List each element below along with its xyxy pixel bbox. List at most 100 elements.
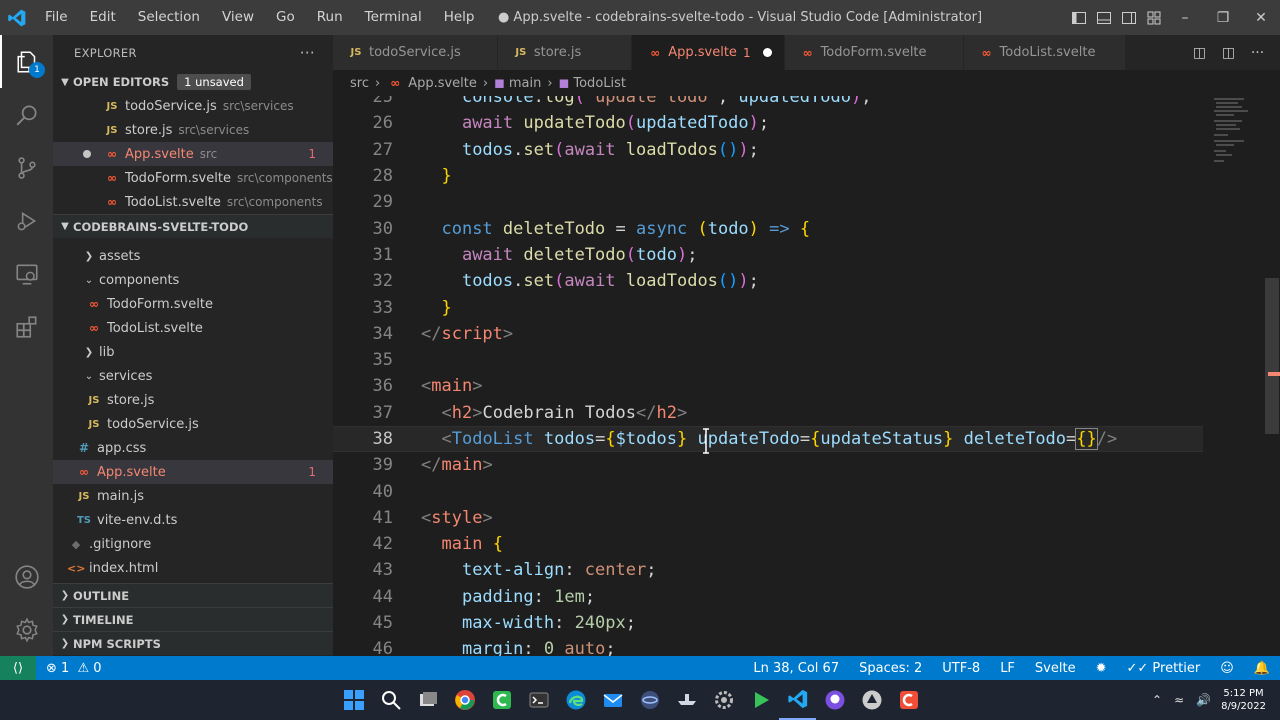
tree-file[interactable]: ◆ .gitignore <box>53 532 333 556</box>
menu-go[interactable]: Go <box>265 0 306 35</box>
system-clock[interactable]: 5:12 PM 8/9/2022 <box>1217 687 1280 713</box>
outline-header[interactable]: ❯ OUTLINE <box>53 583 333 607</box>
manage-gear-icon[interactable] <box>0 603 53 656</box>
open-editor-item[interactable]: ∞ TodoForm.svelte src\components <box>53 166 333 190</box>
remote-explorer-icon[interactable] <box>0 247 53 300</box>
task-view-icon[interactable] <box>409 680 446 720</box>
explorer-more-button[interactable]: ··· <box>300 44 315 62</box>
encoding[interactable]: UTF-8 <box>932 661 990 676</box>
breadcrumb-src[interactable]: src <box>350 76 369 91</box>
menu-file[interactable]: File <box>34 0 79 35</box>
tree-file[interactable]: ∞ TodoForm.svelte <box>53 292 333 316</box>
windows-start-icon[interactable] <box>335 680 372 720</box>
settings-gear-icon[interactable] <box>705 680 742 720</box>
language-settings-icon[interactable]: ✹ <box>1086 661 1117 676</box>
close-button[interactable]: ✕ <box>1242 0 1280 35</box>
open-editor-item[interactable]: ∞ TodoList.svelte src\components <box>53 190 333 214</box>
unsaved-dot-icon[interactable] <box>83 150 91 158</box>
camtasia-icon[interactable] <box>483 680 520 720</box>
minimize-button[interactable]: – <box>1166 0 1204 35</box>
tab-todoform[interactable]: ∞ TodoForm.svelte <box>784 35 964 70</box>
unsaved-dot-icon[interactable] <box>762 48 772 57</box>
tree-folder[interactable]: ⌄ services <box>53 364 333 388</box>
tree-file-selected[interactable]: ∞ App.svelte 1 <box>53 460 333 484</box>
edge-icon[interactable] <box>557 680 594 720</box>
tree-folder[interactable]: ❯ assets <box>53 244 333 268</box>
open-editor-item[interactable]: JS store.js src\services <box>53 118 333 142</box>
code-line: 31 await deleteTodo(todo); <box>333 242 1203 268</box>
minimap[interactable] <box>1210 96 1265 656</box>
tree-file[interactable]: JS todoService.js <box>53 412 333 436</box>
media-player-icon[interactable] <box>742 680 779 720</box>
timeline-header[interactable]: ❯ TIMELINE <box>53 607 333 631</box>
more-actions-icon[interactable]: ··· <box>1243 45 1272 61</box>
app-icon[interactable] <box>631 680 668 720</box>
language-mode[interactable]: Svelte <box>1025 661 1086 676</box>
notifications-bell-icon[interactable]: 🔔 <box>1244 661 1280 676</box>
menu-edit[interactable]: Edit <box>79 0 127 35</box>
project-header[interactable]: ▼ CODEBRAINS-SVELTE-TODO <box>53 214 333 238</box>
open-preview-icon[interactable]: ◫ <box>1185 45 1214 61</box>
run-debug-icon[interactable] <box>0 194 53 247</box>
menu-terminal[interactable]: Terminal <box>354 0 433 35</box>
end-of-line[interactable]: LF <box>990 661 1025 676</box>
breadcrumb-main[interactable]: main <box>509 76 541 91</box>
tab-store[interactable]: JS store.js <box>497 35 633 70</box>
cursor-position[interactable]: Ln 38, Col 67 <box>743 661 849 676</box>
accounts-icon[interactable] <box>0 550 53 603</box>
code-line: 44 padding: 1em; <box>333 584 1203 610</box>
chevron-up-icon[interactable]: ⌃ <box>1146 693 1168 707</box>
search-icon[interactable] <box>0 88 53 141</box>
indentation[interactable]: Spaces: 2 <box>849 661 932 676</box>
toggle-secondary-sidebar-icon[interactable] <box>1116 0 1141 35</box>
volume-icon[interactable]: 🔊 <box>1190 693 1217 707</box>
tree-file[interactable]: ∞ TodoList.svelte <box>53 316 333 340</box>
tab-app-svelte[interactable]: ∞ App.svelte 1 <box>632 35 785 70</box>
tree-file[interactable]: JS main.js <box>53 484 333 508</box>
menu-help[interactable]: Help <box>433 0 486 35</box>
vertical-scrollbar[interactable] <box>1265 278 1279 434</box>
open-editors-header[interactable]: ▼ OPEN EDITORS 1 unsaved <box>53 70 333 94</box>
mail-icon[interactable] <box>594 680 631 720</box>
menu-run[interactable]: Run <box>306 0 354 35</box>
breadcrumb-file[interactable]: App.svelte <box>408 76 477 91</box>
tree-label: main.js <box>97 488 144 504</box>
tree-file[interactable]: TS vite-env.d.ts <box>53 508 333 532</box>
search-icon[interactable] <box>372 680 409 720</box>
chrome-icon[interactable] <box>446 680 483 720</box>
split-editor-icon[interactable]: ◫ <box>1214 45 1243 61</box>
code-editor[interactable]: 25 console.log("update todo", updatedTod… <box>333 96 1280 656</box>
tree-folder[interactable]: ❯ lib <box>53 340 333 364</box>
explorer-icon[interactable]: 1 <box>0 35 53 88</box>
feedback-icon[interactable]: ☺ <box>1210 661 1244 676</box>
tree-file[interactable]: # app.css <box>53 436 333 460</box>
tree-folder[interactable]: ⌄ components <box>53 268 333 292</box>
steam-icon[interactable] <box>668 680 705 720</box>
toggle-panel-icon[interactable] <box>1091 0 1116 35</box>
extensions-icon[interactable] <box>0 300 53 353</box>
open-editor-item[interactable]: JS todoService.js src\services <box>53 94 333 118</box>
tab-todolist[interactable]: ∞ TodoList.svelte <box>963 35 1127 70</box>
remote-indicator-icon[interactable]: ⟨⟩ <box>0 656 36 680</box>
menu-selection[interactable]: Selection <box>127 0 211 35</box>
vscode-taskbar-icon[interactable] <box>779 680 816 720</box>
customize-layout-icon[interactable] <box>1141 0 1166 35</box>
problem-count: 1 <box>308 147 316 161</box>
terminal-icon[interactable] <box>520 680 557 720</box>
problems-status[interactable]: ⊗ 1 ⚠ 0 <box>36 661 112 676</box>
github-icon[interactable] <box>816 680 853 720</box>
npm-scripts-header[interactable]: ❯ NPM SCRIPTS <box>53 631 333 655</box>
wifi-icon[interactable]: ≈ <box>1168 693 1190 707</box>
maximize-button[interactable]: ❐ <box>1204 0 1242 35</box>
source-control-icon[interactable] <box>0 141 53 194</box>
tree-file[interactable]: JS store.js <box>53 388 333 412</box>
prettier-status[interactable]: ✓✓ Prettier <box>1116 661 1210 676</box>
tab-todoservice[interactable]: JS todoService.js <box>333 35 498 70</box>
chatgpt-icon[interactable] <box>853 680 890 720</box>
open-editor-item[interactable]: ∞ App.svelte src 1 <box>53 142 333 166</box>
menu-view[interactable]: View <box>211 0 265 35</box>
codecademy-icon[interactable] <box>890 680 927 720</box>
breadcrumb-todolist[interactable]: TodoList <box>573 76 626 91</box>
tree-file[interactable]: <> index.html <box>53 556 333 580</box>
toggle-sidebar-icon[interactable] <box>1066 0 1091 35</box>
